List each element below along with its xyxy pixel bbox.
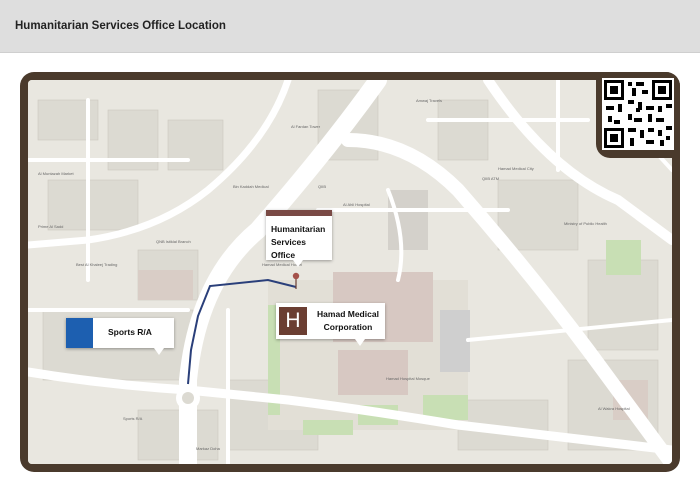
callout-line2: Corporation <box>323 322 373 332</box>
svg-text:QIIB: QIIB <box>318 184 326 189</box>
callout-accent-bar <box>266 210 332 216</box>
map-canvas: Al Fardan Tower QIIB Al Ahli Hospital Bi… <box>28 80 672 464</box>
callout-label: Hamad Medical Corporation <box>312 308 384 334</box>
hamad-medical-callout[interactable]: H Hamad Medical Corporation <box>276 303 385 346</box>
svg-text:Sports R/A: Sports R/A <box>123 416 143 421</box>
callout-pointer <box>154 348 164 355</box>
svg-text:Prime Al Sadd: Prime Al Sadd <box>38 224 63 229</box>
svg-text:Al Fardan Tower: Al Fardan Tower <box>291 124 321 129</box>
callout-line2: Services Office <box>271 237 306 260</box>
page-title: Humanitarian Services Office Location <box>15 20 226 32</box>
qr-code-icon[interactable] <box>602 78 674 150</box>
svg-text:Ministry of Public Health: Ministry of Public Health <box>564 221 607 226</box>
svg-text:QNB Istiklal Branch: QNB Istiklal Branch <box>156 239 191 244</box>
svg-text:Best Al Khaleej Trading: Best Al Khaleej Trading <box>76 262 117 267</box>
sports-marker-icon <box>66 318 93 348</box>
location-map[interactable]: Al Fardan Tower QIIB Al Ahli Hospital Bi… <box>28 80 672 464</box>
qr-code-panel <box>596 72 680 158</box>
svg-text:Hamad Hospital Mosque: Hamad Hospital Mosque <box>386 376 431 381</box>
svg-text:Bin Kaddah Medical: Bin Kaddah Medical <box>233 184 269 189</box>
svg-text:QIIB ATM: QIIB ATM <box>482 176 499 181</box>
svg-text:Markaz Doha: Markaz Doha <box>196 446 221 451</box>
humanitarian-services-office-callout[interactable]: Humanitarian Services Office <box>266 210 332 267</box>
svg-text:Hamad Medical City: Hamad Medical City <box>498 166 534 171</box>
svg-text:Amwaj Travels: Amwaj Travels <box>416 98 442 103</box>
callout-pointer <box>355 339 365 346</box>
callout-line1: Hamad Medical <box>317 309 379 319</box>
svg-text:Al Ahli Hospital: Al Ahli Hospital <box>343 202 370 207</box>
sports-ra-callout[interactable]: Sports R/A <box>66 318 174 355</box>
svg-text:Al Wakra Hospital: Al Wakra Hospital <box>598 406 630 411</box>
callout-pointer <box>293 260 303 267</box>
callout-label: Humanitarian Services Office <box>271 223 331 262</box>
callout-line1: Humanitarian <box>271 224 326 234</box>
callout-label: Sports R/A <box>108 327 152 337</box>
page-header: Humanitarian Services Office Location <box>0 0 700 53</box>
hospital-icon: H <box>279 307 307 335</box>
svg-text:Al Muntazah Market: Al Muntazah Market <box>38 171 74 176</box>
